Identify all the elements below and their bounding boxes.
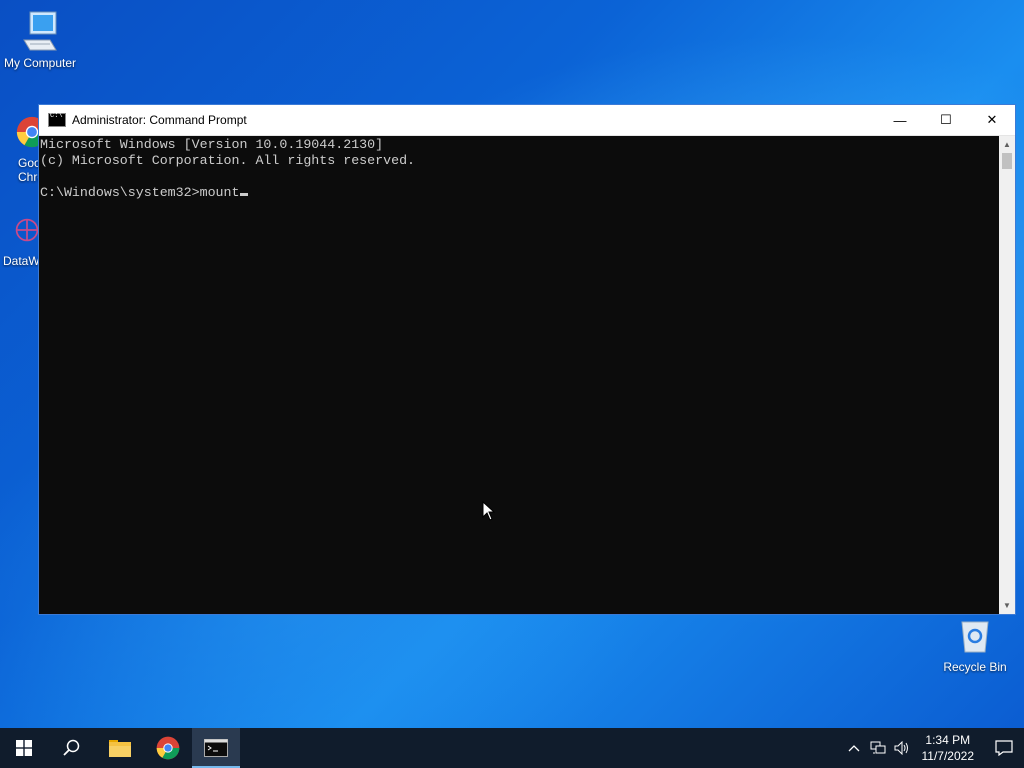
desktop-icon-label: Recycle Bin: [943, 660, 1007, 674]
desktop-icon-recycle-bin[interactable]: Recycle Bin: [935, 612, 1015, 674]
windows-logo-icon: [16, 740, 32, 756]
console-line: ​: [40, 169, 998, 185]
scroll-down-arrow-icon[interactable]: ▼: [999, 597, 1015, 614]
desktop-icon-datawarrior[interactable]: DataWarrior: [0, 206, 40, 268]
desktop-icon-label: DataWarrior: [3, 254, 40, 268]
scroll-thumb[interactable]: [1002, 153, 1012, 169]
recycle-bin-icon: [935, 612, 1015, 660]
desktop-icon-label: My Computer: [3, 56, 77, 70]
notification-center-button[interactable]: [984, 728, 1024, 768]
datawarrior-icon: [0, 206, 40, 254]
minimize-button[interactable]: —: [877, 105, 923, 135]
console-line: (c) Microsoft Corporation. All rights re…: [40, 153, 416, 168]
close-button[interactable]: ✕: [969, 105, 1015, 135]
network-icon[interactable]: [866, 728, 890, 768]
file-explorer-button[interactable]: [96, 728, 144, 768]
chrome-taskbar-button[interactable]: [144, 728, 192, 768]
vertical-scrollbar[interactable]: ▲ ▼: [999, 136, 1015, 614]
console-prompt-line: C:\Windows\system32>mount: [40, 185, 998, 201]
console-line: Microsoft Windows [Version 10.0.19044.21…: [40, 137, 384, 152]
cmd-icon: [48, 112, 66, 127]
console-output[interactable]: Microsoft Windows [Version 10.0.19044.21…: [39, 136, 999, 614]
chevron-up-icon[interactable]: [842, 728, 866, 768]
clock-date: 11/7/2022: [921, 749, 975, 763]
text-cursor: [239, 193, 248, 196]
maximize-button[interactable]: ☐: [923, 105, 969, 135]
chrome-icon: [156, 736, 180, 760]
start-button[interactable]: [0, 728, 48, 768]
cmd-icon: [204, 739, 228, 757]
command-prompt-window[interactable]: Administrator: Command Prompt — ☐ ✕ Micr…: [38, 104, 1016, 615]
desktop-icon-my-computer[interactable]: My Computer: [0, 8, 80, 70]
folder-icon: [109, 740, 131, 757]
search-icon: [63, 739, 80, 756]
console-line: C:\Windows\system32>mount: [40, 185, 240, 200]
taskbar: 1:34 PM 11/7/2022: [0, 728, 1024, 768]
window-title: Administrator: Command Prompt: [72, 113, 247, 127]
notification-icon: [995, 740, 1013, 756]
scroll-up-arrow-icon[interactable]: ▲: [999, 136, 1015, 153]
clock[interactable]: 1:34 PM 11/7/2022: [914, 732, 985, 764]
mouse-pointer-icon: [482, 501, 496, 521]
search-button[interactable]: [48, 728, 96, 768]
clock-time: 1:34 PM: [925, 733, 971, 747]
system-tray: 1:34 PM 11/7/2022: [842, 728, 1024, 768]
command-prompt-taskbar-button[interactable]: [192, 728, 240, 768]
title-bar[interactable]: Administrator: Command Prompt — ☐ ✕: [39, 105, 1015, 136]
computer-icon: [0, 8, 80, 56]
volume-icon[interactable]: [890, 728, 914, 768]
